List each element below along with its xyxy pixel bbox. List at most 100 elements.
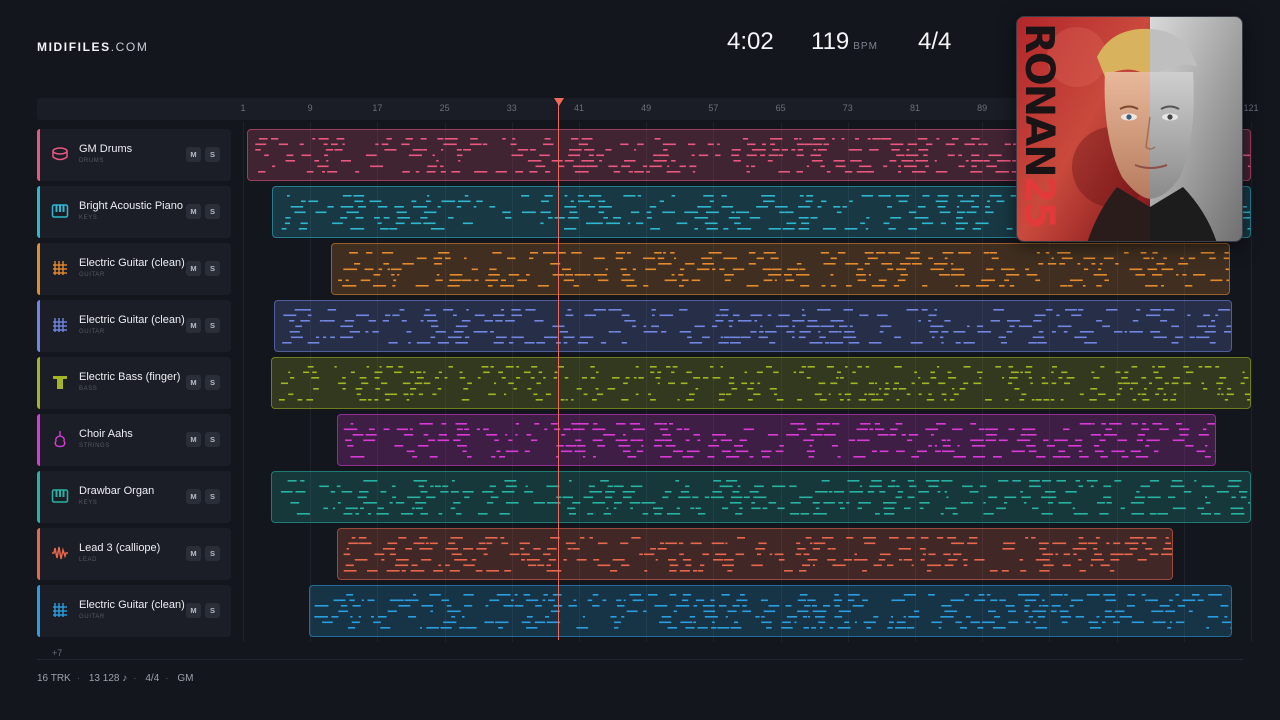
playhead[interactable] bbox=[558, 104, 559, 640]
mute-button[interactable]: M bbox=[186, 432, 201, 447]
track-color-stripe bbox=[37, 300, 40, 352]
lead-icon bbox=[51, 544, 69, 562]
midi-clip[interactable] bbox=[309, 585, 1232, 637]
strings-icon bbox=[51, 430, 69, 448]
track-header[interactable]: Electric Guitar (clean) GUITAR M S bbox=[37, 300, 231, 352]
track-name: Electric Guitar (clean) bbox=[79, 599, 185, 611]
mute-button[interactable]: M bbox=[186, 318, 201, 333]
footer-time-signature: 4/4 bbox=[145, 673, 160, 684]
solo-button[interactable]: S bbox=[205, 204, 220, 219]
track-color-stripe bbox=[37, 528, 40, 580]
ruler-tick: 17 bbox=[372, 103, 383, 113]
ruler-tick: 65 bbox=[775, 103, 786, 113]
track-header[interactable]: Electric Guitar (clean) GUITAR M S bbox=[37, 585, 231, 637]
solo-button[interactable]: S bbox=[205, 603, 220, 618]
clip-notes bbox=[343, 537, 1172, 572]
footer-divider bbox=[37, 659, 1243, 660]
track-name: Drawbar Organ bbox=[79, 485, 155, 497]
keys-icon bbox=[51, 487, 69, 505]
track-category: STRINGS bbox=[79, 443, 110, 449]
track-name: GM Drums bbox=[79, 143, 133, 155]
track-header[interactable]: Lead 3 (calliope) LEAD M S bbox=[37, 528, 231, 580]
ruler-tick: 25 bbox=[439, 103, 450, 113]
midi-clip[interactable] bbox=[331, 243, 1230, 295]
track-header[interactable]: Electric Bass (finger) BASS M S bbox=[37, 357, 231, 409]
clip-notes bbox=[278, 366, 1250, 401]
clip-notes bbox=[280, 480, 1250, 515]
mute-button[interactable]: M bbox=[186, 489, 201, 504]
more-tracks-indicator[interactable]: +7 bbox=[52, 648, 62, 658]
track-color-stripe bbox=[37, 186, 40, 238]
ruler-tick: 121 bbox=[1243, 103, 1259, 113]
song-time-signature: 4/4 bbox=[918, 28, 952, 55]
solo-button[interactable]: S bbox=[205, 432, 220, 447]
album-title-art: RONAN25 bbox=[1016, 23, 1062, 228]
playhead-handle[interactable] bbox=[554, 98, 564, 106]
ruler-tick: 81 bbox=[909, 103, 921, 113]
track-header[interactable]: Drawbar Organ KEYS M S bbox=[37, 471, 231, 523]
solo-button[interactable]: S bbox=[205, 147, 220, 162]
solo-button[interactable]: S bbox=[205, 489, 220, 504]
ruler-tick: 49 bbox=[641, 103, 652, 113]
track-color-stripe bbox=[37, 471, 40, 523]
footer-track-count: 16 TRK bbox=[37, 673, 71, 684]
brand-domain: .COM bbox=[110, 40, 149, 54]
keys-icon bbox=[51, 202, 69, 220]
track-color-stripe bbox=[37, 129, 40, 181]
bass-icon bbox=[51, 373, 69, 391]
track-header[interactable]: GM Drums DRUMS M S bbox=[37, 129, 231, 181]
ruler-tick: 57 bbox=[708, 103, 719, 113]
track-name: Electric Guitar (clean) bbox=[79, 257, 185, 269]
brand-name: MIDIFILES bbox=[37, 40, 111, 54]
track-color-stripe bbox=[37, 243, 40, 295]
mute-button[interactable]: M bbox=[186, 546, 201, 561]
mute-button[interactable]: M bbox=[186, 261, 201, 276]
track-category: LEAD bbox=[79, 557, 98, 563]
track-header[interactable]: Bright Acoustic Piano KEYS M S bbox=[37, 186, 231, 238]
footer-standard: GM bbox=[177, 673, 194, 684]
solo-button[interactable]: S bbox=[205, 375, 220, 390]
tempo-value: 119 bbox=[811, 28, 850, 55]
midi-clip[interactable] bbox=[270, 357, 1251, 409]
brand-logo[interactable]: MIDIFILES.COM bbox=[37, 40, 148, 54]
track-name: Electric Guitar (clean) bbox=[79, 314, 185, 326]
clip-notes bbox=[343, 423, 1215, 458]
album-cover: RONAN25 bbox=[1016, 16, 1243, 242]
track-category: KEYS bbox=[79, 500, 98, 506]
grid-line bbox=[1251, 122, 1252, 642]
track-color-stripe bbox=[37, 357, 40, 409]
track-header[interactable]: Choir Aahs STRINGS M S bbox=[37, 414, 231, 466]
midi-clip[interactable] bbox=[337, 528, 1173, 580]
solo-button[interactable]: S bbox=[205, 318, 220, 333]
clip-notes bbox=[282, 309, 1231, 344]
track-category: DRUMS bbox=[79, 158, 104, 164]
ruler-tick: 33 bbox=[506, 103, 517, 113]
solo-button[interactable]: S bbox=[205, 546, 220, 561]
drum-icon bbox=[51, 145, 69, 163]
track-name: Choir Aahs bbox=[79, 428, 133, 440]
tempo-unit: BPM bbox=[853, 41, 878, 52]
mute-button[interactable]: M bbox=[186, 204, 201, 219]
track-category: KEYS bbox=[79, 215, 98, 221]
ruler-tick: 89 bbox=[977, 103, 988, 113]
midi-clip[interactable] bbox=[337, 414, 1216, 466]
song-tempo: 119 BPM bbox=[811, 28, 878, 56]
footer-note-count: 13 128 ♪ bbox=[88, 673, 128, 684]
midi-clip[interactable] bbox=[270, 471, 1251, 523]
mute-button[interactable]: M bbox=[186, 603, 201, 618]
midi-clip[interactable] bbox=[274, 300, 1232, 352]
guitar-icon bbox=[51, 259, 69, 277]
ruler-tick: 41 bbox=[573, 103, 585, 113]
guitar-icon bbox=[51, 316, 69, 334]
track-header[interactable]: Electric Guitar (clean) GUITAR M S bbox=[37, 243, 231, 295]
ruler-tick: 9 bbox=[307, 103, 313, 113]
mute-button[interactable]: M bbox=[186, 375, 201, 390]
track-category: GUITAR bbox=[79, 329, 105, 335]
grid-line bbox=[243, 122, 244, 642]
solo-button[interactable]: S bbox=[205, 261, 220, 276]
ruler-tick: 1 bbox=[240, 103, 246, 113]
song-duration: 4:02 bbox=[727, 28, 774, 55]
guitar-icon bbox=[51, 601, 69, 619]
mute-button[interactable]: M bbox=[186, 147, 201, 162]
track-category: GUITAR bbox=[79, 614, 105, 620]
